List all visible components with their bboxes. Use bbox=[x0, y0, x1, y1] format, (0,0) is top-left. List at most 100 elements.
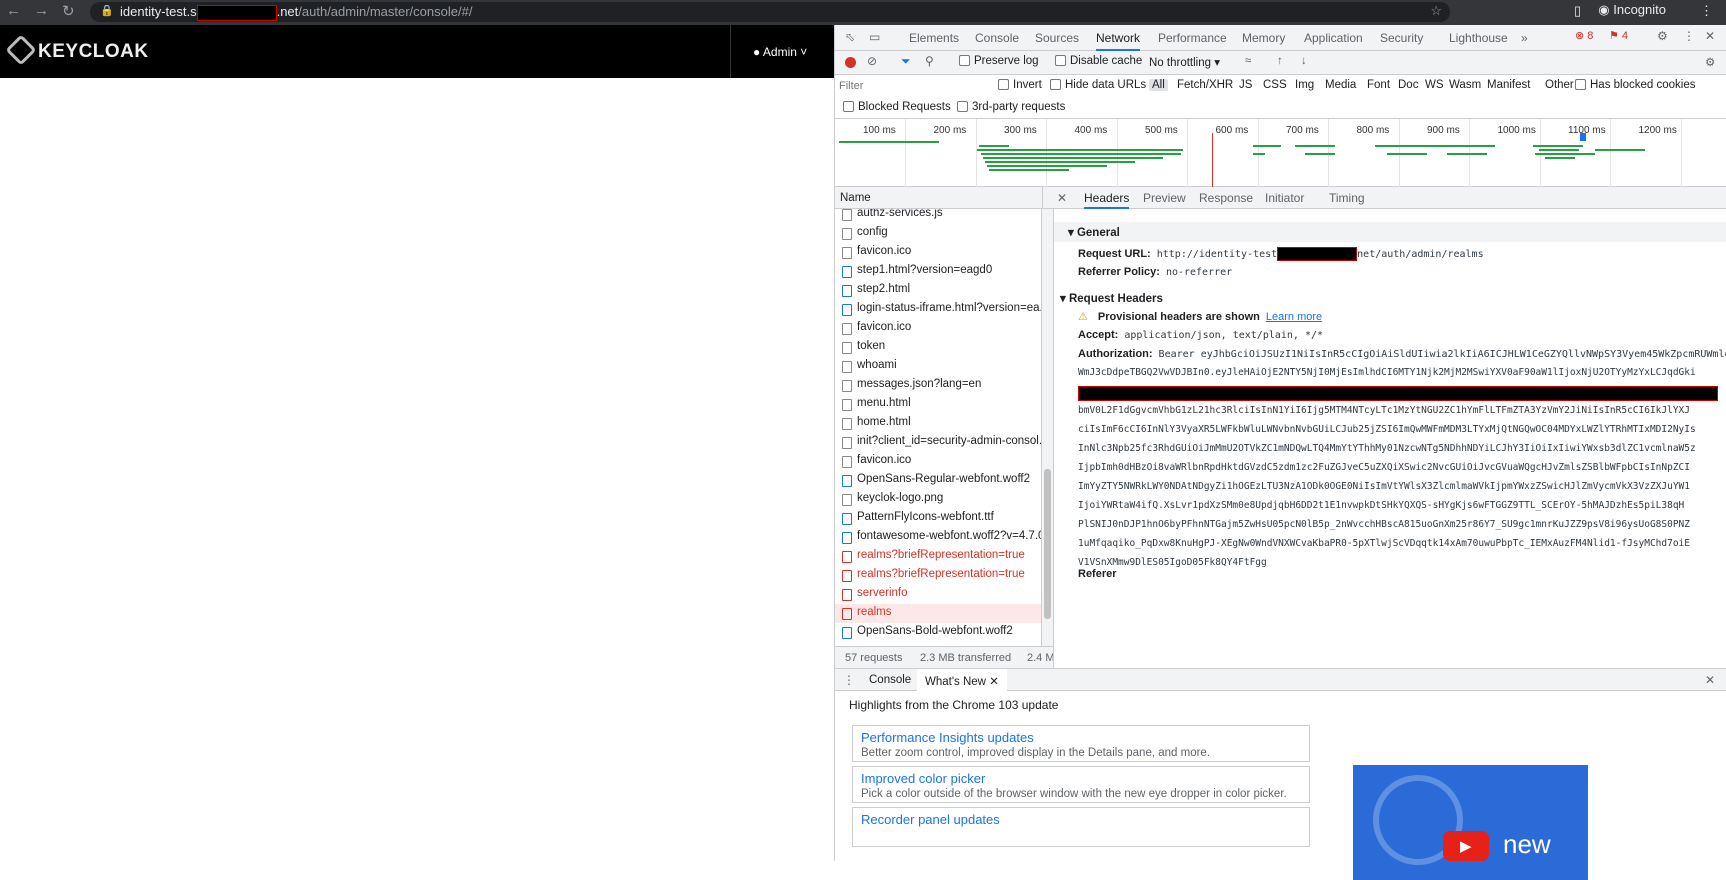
close-details-icon[interactable]: ✕ bbox=[1057, 191, 1067, 205]
request-row[interactable]: realms bbox=[835, 604, 1041, 623]
request-row[interactable]: OpenSans-Bold-webfont.woff2 bbox=[835, 623, 1041, 642]
invert-checkbox[interactable]: Invert bbox=[998, 79, 1042, 91]
tab-initiator[interactable]: Initiator bbox=[1265, 191, 1304, 205]
request-row[interactable]: home.html bbox=[835, 414, 1041, 433]
request-row[interactable]: realms?briefRepresentation=true bbox=[835, 547, 1041, 566]
request-row[interactable]: keyclok-logo.png bbox=[835, 490, 1041, 509]
card-title[interactable]: Improved color picker bbox=[861, 771, 1309, 786]
throttling-select[interactable]: No throttling ▾ bbox=[1149, 55, 1220, 69]
card-title[interactable]: Performance Insights updates bbox=[861, 730, 1309, 745]
request-headers-section-header[interactable]: ▾ Request Headers bbox=[1054, 288, 1726, 308]
whats-new-card[interactable]: Improved color picker Pick a color outsid… bbox=[852, 766, 1310, 803]
close-icon[interactable]: ✕ bbox=[1705, 29, 1715, 43]
tab-elements[interactable]: Elements bbox=[909, 31, 959, 45]
type-filter-other[interactable]: Other bbox=[1545, 79, 1574, 91]
network-overview[interactable]: 100 ms 200 ms 300 ms 400 ms 500 ms 600 ms 700 … bbox=[835, 119, 1726, 187]
tab-response[interactable]: Response bbox=[1199, 191, 1253, 205]
request-row[interactable]: step2.html bbox=[835, 281, 1041, 300]
tab-memory[interactable]: Memory bbox=[1242, 31, 1285, 45]
whats-new-card[interactable]: Recorder panel updates bbox=[852, 807, 1310, 847]
request-row[interactable]: favicon.ico bbox=[835, 452, 1041, 471]
error-count[interactable]: ⊗ 8 bbox=[1575, 29, 1593, 42]
warning-count[interactable]: ⚑ 4 bbox=[1609, 29, 1628, 42]
request-row[interactable]: realms?briefRepresentation=true bbox=[835, 566, 1041, 585]
card-title[interactable]: Recorder panel updates bbox=[861, 812, 1309, 827]
request-row[interactable]: whoami bbox=[835, 357, 1041, 376]
type-filter-wasm[interactable]: Wasm bbox=[1449, 79, 1481, 91]
star-icon[interactable]: ☆ bbox=[1430, 3, 1442, 19]
play-icon[interactable]: ▶ bbox=[1443, 831, 1489, 861]
device-toggle-icon[interactable]: ▭ bbox=[869, 30, 880, 44]
disable-cache-checkbox[interactable]: Disable cache bbox=[1055, 55, 1142, 67]
close-tab-icon[interactable]: ✕ bbox=[989, 676, 999, 688]
inspect-icon[interactable]: ⬁ bbox=[845, 30, 855, 44]
tab-performance[interactable]: Performance bbox=[1158, 31, 1227, 45]
keycloak-logo[interactable]: KEYCLOAK bbox=[5, 34, 149, 66]
search-icon[interactable]: ⚲ bbox=[925, 54, 934, 68]
sidebar-icon[interactable]: ▯ bbox=[1574, 3, 1581, 19]
menu-icon[interactable]: ⋮ bbox=[1700, 3, 1713, 19]
type-filter-doc[interactable]: Doc bbox=[1398, 79, 1418, 91]
settings-icon[interactable]: ⚙ bbox=[1657, 29, 1668, 43]
type-filter-ws[interactable]: WS bbox=[1425, 79, 1444, 91]
name-column-header[interactable]: Name bbox=[840, 192, 871, 204]
request-row[interactable]: favicon.ico bbox=[835, 243, 1041, 262]
more-tabs-icon[interactable]: » bbox=[1521, 31, 1528, 45]
request-row[interactable]: config bbox=[835, 224, 1041, 243]
type-filter-media[interactable]: Media bbox=[1325, 79, 1356, 91]
type-filter-js[interactable]: JS bbox=[1239, 79, 1252, 91]
filter-input[interactable] bbox=[839, 78, 989, 94]
more-options-icon[interactable]: ⋮ bbox=[1683, 29, 1695, 43]
back-icon[interactable]: ← bbox=[6, 2, 21, 19]
address-bar[interactable]: 🔒 identity-test.s .net/auth/admin/master/… bbox=[90, 2, 1450, 22]
tab-console[interactable]: Console bbox=[975, 31, 1019, 45]
clear-icon[interactable]: ⊘ bbox=[867, 54, 877, 68]
tab-timing[interactable]: Timing bbox=[1329, 191, 1365, 205]
promo-video-thumbnail[interactable]: ▶ new bbox=[1353, 765, 1588, 880]
request-row[interactable]: messages.json?lang=en bbox=[835, 376, 1041, 395]
type-filter-manifest[interactable]: Manifest bbox=[1487, 79, 1530, 91]
user-menu[interactable]: ● Admin ˅ bbox=[730, 25, 834, 78]
request-list-scrollbar[interactable] bbox=[1042, 209, 1053, 668]
tab-network[interactable]: Network bbox=[1096, 31, 1141, 51]
drawer-tab-console[interactable]: Console bbox=[869, 674, 911, 686]
tab-application[interactable]: Application bbox=[1304, 31, 1363, 45]
tab-security[interactable]: Security bbox=[1380, 31, 1423, 45]
import-har-icon[interactable]: ↑ bbox=[1277, 55, 1283, 67]
blocked-requests-checkbox[interactable]: Blocked Requests bbox=[843, 101, 951, 113]
request-row[interactable]: OpenSans-Regular-webfont.woff2 bbox=[835, 471, 1041, 490]
request-row[interactable]: init?client_id=security-admin-consol... bbox=[835, 433, 1041, 452]
tab-lighthouse[interactable]: Lighthouse bbox=[1449, 31, 1508, 45]
tab-sources[interactable]: Sources bbox=[1035, 31, 1079, 45]
third-party-checkbox[interactable]: 3rd-party requests bbox=[957, 101, 1065, 113]
request-row[interactable]: fontawesome-webfont.woff2?v=4.7.0 bbox=[835, 528, 1041, 547]
type-filter-all[interactable]: All bbox=[1149, 79, 1168, 91]
request-row[interactable]: step1.html?version=eagd0 bbox=[835, 262, 1041, 281]
filter-icon[interactable]: ⏷ bbox=[901, 54, 911, 69]
export-har-icon[interactable]: ↓ bbox=[1301, 55, 1307, 67]
record-icon[interactable] bbox=[845, 57, 856, 68]
request-row[interactable]: authz-services.js bbox=[835, 209, 1041, 224]
preserve-log-checkbox[interactable]: Preserve log bbox=[959, 55, 1039, 67]
scrollbar-thumb[interactable] bbox=[1044, 469, 1051, 619]
network-settings-icon[interactable]: ⚙ bbox=[1705, 55, 1715, 69]
forward-icon[interactable]: → bbox=[34, 2, 49, 19]
learn-more-link[interactable]: Learn more bbox=[1266, 311, 1322, 323]
close-drawer-icon[interactable]: ✕ bbox=[1705, 673, 1715, 687]
network-conditions-icon[interactable]: ≈ bbox=[1245, 55, 1251, 67]
type-filter-fetch[interactable]: Fetch/XHR bbox=[1177, 79, 1233, 91]
request-row[interactable]: token bbox=[835, 338, 1041, 357]
request-row[interactable]: PatternFlyIcons-webfont.ttf bbox=[835, 509, 1041, 528]
type-filter-font[interactable]: Font bbox=[1367, 79, 1390, 91]
general-section-header[interactable]: ▾ General bbox=[1054, 222, 1726, 242]
incognito-badge[interactable]: ◉ Incognito bbox=[1598, 2, 1666, 18]
blocked-cookies-checkbox[interactable]: Has blocked cookies bbox=[1575, 79, 1695, 91]
request-row[interactable]: serverinfo bbox=[835, 585, 1041, 604]
request-row[interactable]: favicon.ico bbox=[835, 319, 1041, 338]
tab-preview[interactable]: Preview bbox=[1143, 191, 1186, 205]
hide-data-urls-checkbox[interactable]: Hide data URLs bbox=[1050, 79, 1146, 91]
type-filter-css[interactable]: CSS bbox=[1263, 79, 1287, 91]
request-row[interactable]: login-status-iframe.html?version=ea... bbox=[835, 300, 1041, 319]
reload-icon[interactable]: ↻ bbox=[62, 2, 75, 20]
drawer-menu-icon[interactable]: ⋮ bbox=[843, 673, 855, 687]
